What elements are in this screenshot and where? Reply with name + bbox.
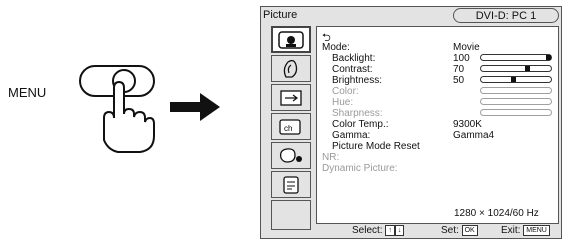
option-icon[interactable] (271, 171, 311, 198)
brightness-slider[interactable] (480, 76, 552, 83)
menu-button-press-illustration (79, 65, 155, 153)
sharpness-slider (480, 109, 552, 116)
ok-key-icon: OK (461, 224, 478, 236)
down-arrow-key-icon: ↓ (394, 224, 405, 236)
gamma-value: Gamma4 (453, 130, 495, 141)
mode-value: Movie (453, 42, 480, 53)
backlight-row[interactable]: Backlight: 100 (317, 53, 558, 64)
set-hint: Set: OK (441, 224, 478, 238)
color-row: Color: (317, 86, 558, 97)
right-arrow-icon (170, 93, 220, 121)
sharpness-label: Sharpness: (332, 108, 383, 119)
backlight-slider[interactable] (480, 54, 552, 61)
menu-key-icon: MENU (523, 224, 550, 236)
contrast-value: 70 (453, 64, 465, 75)
set-label: Set: (441, 225, 459, 236)
gamma-row[interactable]: Gamma: Gamma4 (317, 130, 558, 141)
brightness-slider-knob[interactable] (511, 77, 516, 82)
menu-label: MENU (8, 85, 47, 100)
brightness-row[interactable]: Brightness: 50 (317, 75, 558, 86)
select-label: Select: (352, 225, 383, 236)
dynamic-picture-label: Dynamic Picture: (322, 163, 398, 174)
backlight-slider-knob[interactable] (546, 55, 551, 60)
color-temp-label: Color Temp.: (332, 119, 389, 130)
backlight-label: Backlight: (332, 53, 376, 64)
input-source-badge: DVI-D: PC 1 (453, 8, 559, 23)
osd-window: Picture DVI-D: PC 1 ch ⮌ Mode: Movie Bac… (260, 6, 562, 239)
resolution-readout: 1280 × 1024/60 Hz (454, 208, 539, 219)
contrast-row[interactable]: Contrast: 70 (317, 64, 558, 75)
brightness-value: 50 (453, 75, 465, 86)
picture-mode-reset-row[interactable]: Picture Mode Reset (317, 141, 558, 152)
nr-label: NR: (322, 152, 340, 163)
exit-hint: Exit: MENU (501, 224, 550, 238)
svg-text:ch: ch (284, 124, 292, 133)
contrast-slider[interactable] (480, 65, 552, 72)
channel-icon[interactable]: ch (271, 113, 311, 140)
contrast-slider-knob[interactable] (525, 66, 530, 71)
gamma-label: Gamma: (332, 130, 371, 141)
picture-icon[interactable] (271, 26, 311, 53)
dynamic-picture-row: Dynamic Picture: (317, 163, 558, 174)
hue-slider (480, 98, 552, 105)
color-label: Color: (332, 86, 359, 97)
picture-settings-panel: ⮌ Mode: Movie Backlight: 100 Contrast: 7… (316, 26, 559, 224)
backlight-value: 100 (453, 53, 470, 64)
brightness-label: Brightness: (332, 75, 383, 86)
menu-position-icon[interactable] (271, 84, 311, 111)
mode-row[interactable]: Mode: Movie (317, 42, 558, 53)
osd-menu-icons: ch (271, 26, 313, 232)
sharpness-row: Sharpness: (317, 108, 558, 119)
exit-label: Exit: (501, 225, 521, 236)
color-temp-row[interactable]: Color Temp.: 9300K (317, 119, 558, 130)
color-slider (480, 87, 552, 94)
color-temp-value: 9300K (453, 119, 482, 130)
picture-mode-reset-label: Picture Mode Reset (332, 141, 420, 152)
eco-icon[interactable] (271, 142, 311, 169)
nr-row: NR: (317, 152, 558, 163)
up-arrow-key-icon: ↑ (385, 224, 395, 236)
screen-icon[interactable] (271, 55, 311, 82)
select-hint: Select: ↑ ↓ (352, 224, 405, 238)
osd-title: Picture (263, 9, 298, 21)
hue-row: Hue: (317, 97, 558, 108)
hue-label: Hue: (332, 97, 354, 108)
osd-status-bar: Select: ↑ ↓ Set: OK Exit: MENU (261, 224, 561, 238)
mode-label: Mode: (322, 42, 350, 53)
contrast-label: Contrast: (332, 64, 373, 75)
